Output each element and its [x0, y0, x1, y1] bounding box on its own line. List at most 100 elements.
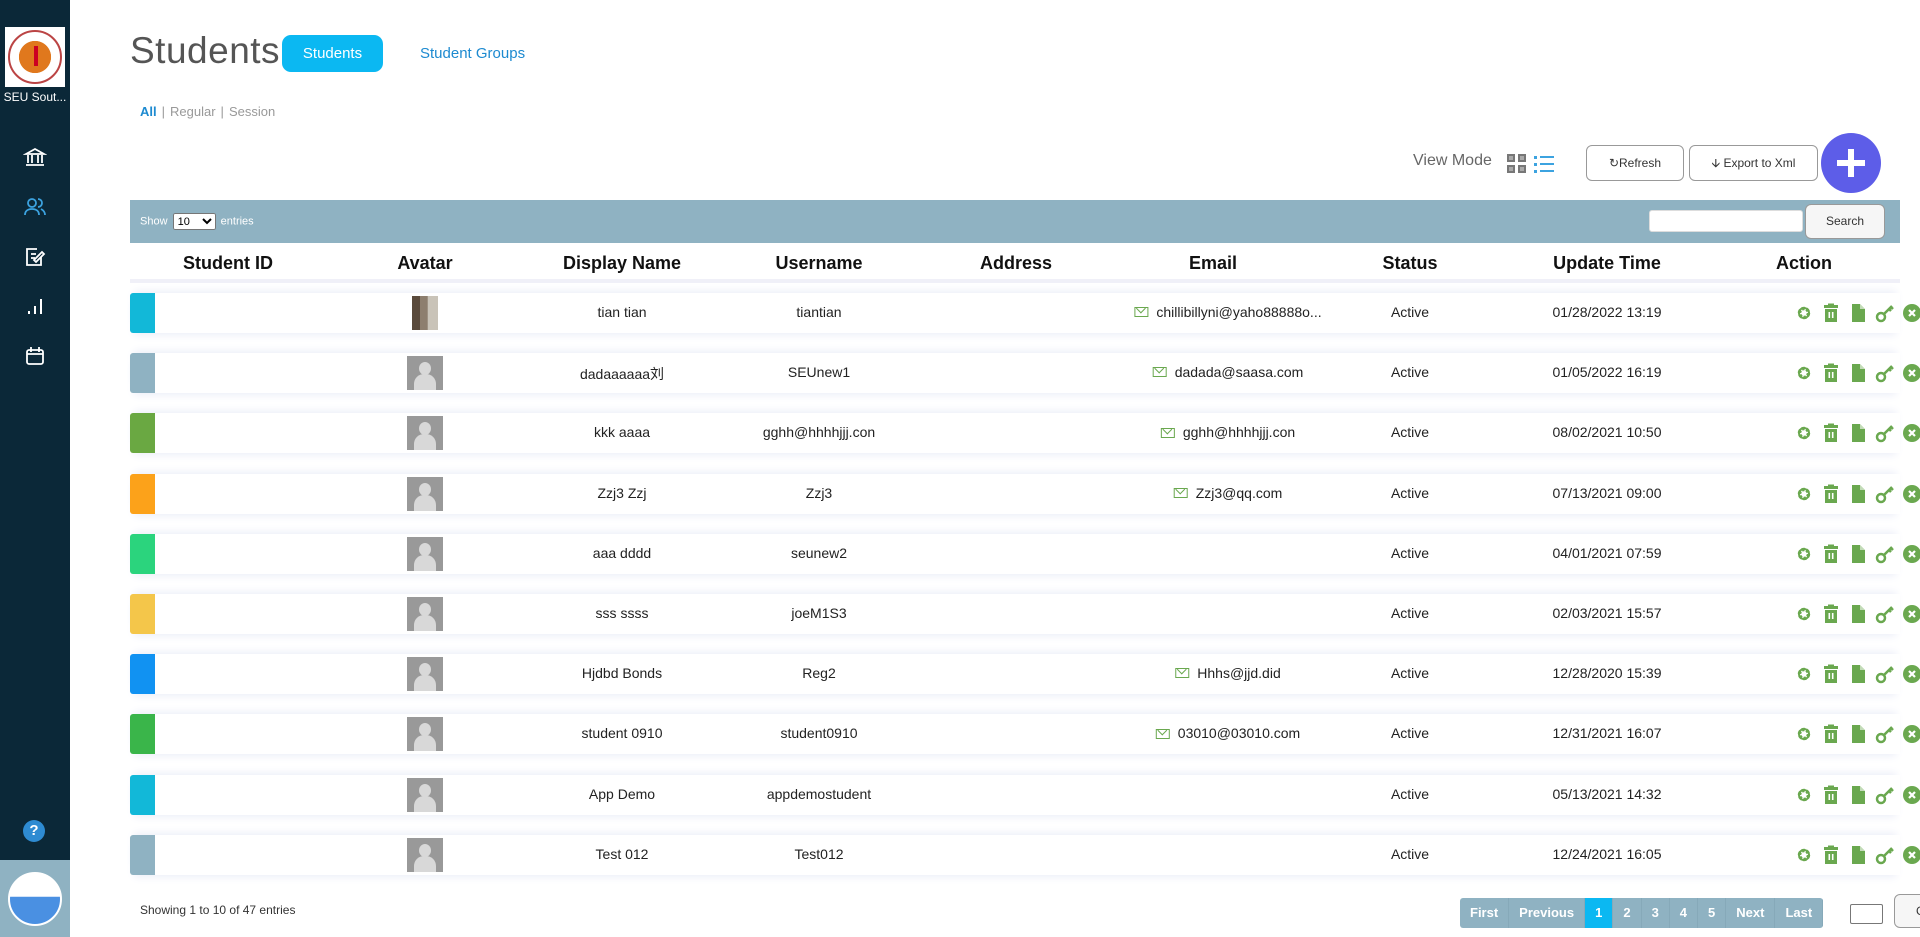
- goto-page-input[interactable]: [1850, 904, 1883, 924]
- file-button[interactable]: [1848, 664, 1868, 684]
- key-button[interactable]: [1875, 604, 1895, 624]
- col-update-time[interactable]: Update Time: [1553, 253, 1661, 274]
- key-button[interactable]: [1875, 544, 1895, 564]
- email[interactable]: 03010@03010.com: [1155, 725, 1300, 741]
- key-button[interactable]: [1875, 845, 1895, 865]
- settings-button[interactable]: [1794, 724, 1814, 744]
- table-row[interactable]: Hjdbd Bonds Reg2 Hhhs@jjd.did Active 12/28/2…: [130, 654, 1920, 695]
- search-input[interactable]: [1649, 210, 1803, 232]
- col-username[interactable]: Username: [775, 253, 862, 274]
- settings-button[interactable]: [1794, 544, 1814, 564]
- col-student-id[interactable]: Student ID: [183, 253, 273, 274]
- filter-all[interactable]: All: [140, 104, 157, 119]
- file-button[interactable]: [1848, 423, 1868, 443]
- delete-button[interactable]: [1821, 664, 1841, 684]
- settings-button[interactable]: [1794, 785, 1814, 805]
- file-button[interactable]: [1848, 303, 1868, 323]
- key-button[interactable]: [1875, 664, 1895, 684]
- close-circle-button[interactable]: [1902, 423, 1920, 443]
- close-circle-button[interactable]: [1902, 664, 1920, 684]
- email[interactable]: chillibillyni@yaho88888o...: [1134, 304, 1322, 320]
- add-student-button[interactable]: [1821, 133, 1881, 193]
- email[interactable]: Hhhs@jjd.did: [1175, 665, 1281, 681]
- close-circle-button[interactable]: [1902, 544, 1920, 564]
- next-page-button[interactable]: Next: [1726, 898, 1776, 928]
- list-view-icon[interactable]: [1534, 154, 1554, 174]
- delete-button[interactable]: [1821, 845, 1841, 865]
- table-row[interactable]: Test 012 Test012 Active 12/24/2021 16:05: [130, 834, 1920, 875]
- delete-button[interactable]: [1821, 363, 1841, 383]
- table-row[interactable]: student 0910 student0910 03010@03010.com Ac…: [130, 714, 1920, 755]
- sidebar-item-institution[interactable]: [0, 137, 70, 177]
- key-button[interactable]: [1875, 423, 1895, 443]
- table-row[interactable]: App Demo appdemostudent Active 05/13/2021 1…: [130, 774, 1920, 815]
- settings-button[interactable]: [1794, 845, 1814, 865]
- delete-button[interactable]: [1821, 423, 1841, 443]
- key-button[interactable]: [1875, 363, 1895, 383]
- delete-button[interactable]: [1821, 484, 1841, 504]
- col-display-name[interactable]: Display Name: [563, 253, 681, 274]
- settings-button[interactable]: [1794, 664, 1814, 684]
- close-circle-button[interactable]: [1902, 724, 1920, 744]
- col-email[interactable]: Email: [1189, 253, 1237, 274]
- delete-button[interactable]: [1821, 544, 1841, 564]
- col-address[interactable]: Address: [980, 253, 1052, 274]
- sidebar-item-calendar[interactable]: [0, 336, 70, 376]
- go-button[interactable]: Go: [1894, 894, 1920, 928]
- first-page-button[interactable]: First: [1460, 898, 1510, 928]
- col-avatar[interactable]: Avatar: [397, 253, 452, 274]
- grid-view-icon[interactable]: [1507, 154, 1527, 174]
- file-button[interactable]: [1848, 845, 1868, 865]
- help-icon[interactable]: ?: [23, 820, 45, 842]
- delete-button[interactable]: [1821, 303, 1841, 323]
- previous-page-button[interactable]: Previous: [1509, 898, 1586, 928]
- export-xml-button[interactable]: 🡫 Export to Xml: [1689, 145, 1818, 181]
- close-circle-button[interactable]: [1902, 604, 1920, 624]
- table-row[interactable]: Zzj3 Zzj Zzj3 Zzj3@qq.com Active 07/13/2021 …: [130, 473, 1920, 514]
- file-button[interactable]: [1848, 785, 1868, 805]
- key-button[interactable]: [1875, 303, 1895, 323]
- settings-button[interactable]: [1794, 604, 1814, 624]
- key-button[interactable]: [1875, 785, 1895, 805]
- sidebar-item-reports[interactable]: [0, 286, 70, 326]
- file-button[interactable]: [1848, 604, 1868, 624]
- school-logo[interactable]: [5, 27, 65, 87]
- close-circle-button[interactable]: [1902, 484, 1920, 504]
- table-row[interactable]: aaa dddd seunew2 Active 04/01/2021 07:59: [130, 533, 1920, 574]
- delete-button[interactable]: [1821, 785, 1841, 805]
- settings-button[interactable]: [1794, 363, 1814, 383]
- col-status[interactable]: Status: [1382, 253, 1437, 274]
- table-row[interactable]: sss ssss joeM1S3 Active 02/03/2021 15:57: [130, 594, 1920, 634]
- user-profile[interactable]: [0, 860, 70, 937]
- last-page-button[interactable]: Last: [1775, 898, 1824, 928]
- file-button[interactable]: [1848, 724, 1868, 744]
- email[interactable]: gghh@hhhhjjj.con: [1160, 424, 1295, 440]
- tab-student-groups[interactable]: Student Groups: [420, 35, 525, 72]
- sidebar-item-students[interactable]: [0, 187, 70, 227]
- close-circle-button[interactable]: [1902, 303, 1920, 323]
- file-button[interactable]: [1848, 484, 1868, 504]
- key-button[interactable]: [1875, 484, 1895, 504]
- page-size-select[interactable]: 10: [172, 213, 216, 230]
- close-circle-button[interactable]: [1902, 363, 1920, 383]
- filter-regular[interactable]: Regular: [170, 104, 216, 119]
- tab-students[interactable]: Students: [282, 35, 383, 72]
- filter-session[interactable]: Session: [229, 104, 275, 119]
- page-1-button[interactable]: 1: [1585, 898, 1614, 928]
- sidebar-item-assignments[interactable]: [0, 237, 70, 277]
- search-button[interactable]: Search: [1805, 204, 1885, 239]
- table-row[interactable]: tian tian tiantian chillibillyni@yaho88888…: [130, 293, 1920, 333]
- email[interactable]: dadada@saasa.com: [1152, 364, 1303, 380]
- email[interactable]: Zzj3@qq.com: [1173, 485, 1282, 501]
- file-button[interactable]: [1848, 363, 1868, 383]
- page-4-button[interactable]: 4: [1670, 898, 1699, 928]
- refresh-button[interactable]: ↻Refresh: [1586, 145, 1684, 181]
- settings-button[interactable]: [1794, 484, 1814, 504]
- page-2-button[interactable]: 2: [1613, 898, 1642, 928]
- settings-button[interactable]: [1794, 303, 1814, 323]
- delete-button[interactable]: [1821, 604, 1841, 624]
- delete-button[interactable]: [1821, 724, 1841, 744]
- page-5-button[interactable]: 5: [1698, 898, 1727, 928]
- page-3-button[interactable]: 3: [1642, 898, 1670, 928]
- close-circle-button[interactable]: [1902, 785, 1920, 805]
